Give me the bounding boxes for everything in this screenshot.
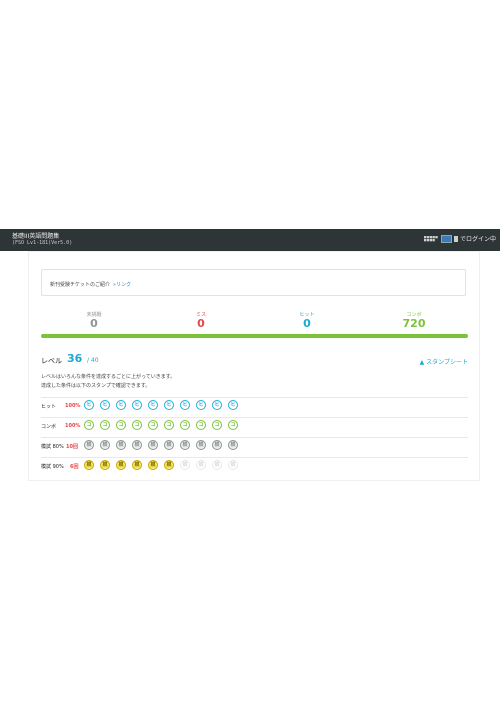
stamp-earned-icon: 模	[84, 460, 94, 470]
notice-text: 新刊受験チケットのご紹介	[50, 282, 111, 288]
stamp-earned-icon: コ	[116, 420, 126, 430]
level-description-line: 達成した条件は以下のスタンプで確認できます。	[41, 383, 151, 389]
stamp-earned-icon: コ	[196, 420, 206, 430]
stamp-earned-icon: ヒ	[132, 400, 142, 410]
stamp-earned-icon: コ	[212, 420, 222, 430]
stamp-earned-icon: 模	[116, 460, 126, 470]
stamp-earned-icon: ヒ	[100, 400, 110, 410]
stamp-earned-icon: 模	[116, 440, 126, 450]
stamp-earned-icon: コ	[164, 420, 174, 430]
stamp-earned-icon: 模	[212, 440, 222, 450]
stamp-row-count: 10回	[66, 444, 78, 450]
stat-value: 0	[90, 317, 98, 330]
main-panel: 新刊受験チケットのご紹介 »リンク 未挑戦 0 ミス 0 ヒット 0 コンボ 72…	[28, 251, 480, 481]
stamp-empty-icon: 模	[228, 460, 238, 470]
stamp-empty-icon: 模	[196, 460, 206, 470]
user-info: ■■■■■ ■■■■	[423, 235, 438, 242]
stamp-earned-icon: 模	[132, 440, 142, 450]
notice-box: 新刊受験チケットのご紹介 »リンク	[41, 269, 466, 296]
stamp-row-mock-80: 模試 80% 10回 模模模模模模模模模模	[41, 437, 468, 455]
level-title: レベル	[41, 357, 62, 365]
level-value: 36	[67, 352, 83, 365]
app-subtitle: (FSO Lv1-181(Ver5.0)	[12, 240, 73, 246]
stamp-earned-icon: コ	[84, 420, 94, 430]
stamp-row-label: コンボ	[41, 424, 57, 430]
stats-summary: 未挑戦 0 ミス 0 ヒット 0 コンボ 720	[41, 312, 468, 332]
stamp-earned-icon: 模	[148, 460, 158, 470]
stat-combo: コンボ 720	[374, 312, 454, 330]
stamp-earned-icon: ヒ	[84, 400, 94, 410]
stamp-earned-icon: コ	[180, 420, 190, 430]
stamp-earned-icon: ヒ	[196, 400, 206, 410]
stamp-earned-icon: コ	[132, 420, 142, 430]
stamp-earned-icon: 模	[100, 460, 110, 470]
progress-bar	[41, 334, 468, 338]
user-avatar-icon	[440, 234, 452, 243]
app-title: 基礎III英語問題集	[12, 233, 60, 240]
stamp-row-label: ヒット	[41, 404, 57, 410]
level-description-line: レベルはいろんな条件を達成するごとに上がっていきます。	[41, 374, 176, 380]
login-status[interactable]: ■■■■■ ■■■■ でログイン中	[424, 234, 496, 243]
stamp-row-combo: コンボ 100% ココココココココココ	[41, 417, 468, 435]
stat-miss: ミス 0	[161, 312, 241, 330]
stamp-earned-icon: ヒ	[212, 400, 222, 410]
stamp-row-percent: 100%	[65, 403, 81, 409]
progress-fill	[41, 334, 468, 338]
stamp-row-hit: ヒット 100% ヒヒヒヒヒヒヒヒヒヒ	[41, 397, 468, 415]
user-info-line: ■■■■	[423, 237, 436, 242]
stamp-earned-icon: コ	[228, 420, 238, 430]
stat-value: 720	[402, 317, 426, 330]
stamp-empty-icon: 模	[180, 460, 190, 470]
stamp-earned-icon: 模	[164, 440, 174, 450]
stamp-row-label: 模試 90%	[41, 464, 64, 470]
stamp-earned-icon: 模	[100, 440, 110, 450]
stamp-earned-icon: 模	[180, 440, 190, 450]
stamp-sheet-link[interactable]: ▲ スタンプシート	[420, 357, 468, 366]
stamp-earned-icon: ヒ	[180, 400, 190, 410]
stamp-earned-icon: コ	[148, 420, 158, 430]
login-status-text[interactable]: でログイン中	[460, 234, 496, 243]
stamp-earned-icon: 模	[148, 440, 158, 450]
stat-untried: 未挑戦 0	[54, 312, 134, 330]
app-header: 基礎III英語問題集 (FSO Lv1-181(Ver5.0) ■■■■■ ■■…	[0, 229, 500, 251]
stamp-row-count: 6回	[70, 464, 79, 470]
stamp-earned-icon: 模	[132, 460, 142, 470]
stamp-row-percent: 100%	[65, 423, 81, 429]
stamp-earned-icon: ヒ	[228, 400, 238, 410]
stamp-earned-icon: 模	[164, 460, 174, 470]
stamp-earned-icon: 模	[84, 440, 94, 450]
level-max: / 40	[87, 357, 99, 364]
notice-link[interactable]: »リンク	[113, 282, 131, 288]
stamp-earned-icon: ヒ	[164, 400, 174, 410]
stamp-earned-icon: 模	[228, 440, 238, 450]
stamp-empty-icon: 模	[212, 460, 222, 470]
stat-hit: ヒット 0	[267, 312, 347, 330]
level-section: レベル 36 / 40 ▲ スタンプシート	[41, 352, 468, 368]
stamp-earned-icon: ヒ	[116, 400, 126, 410]
stamp-earned-icon: ヒ	[148, 400, 158, 410]
stamp-earned-icon: コ	[100, 420, 110, 430]
stamp-row-label: 模試 80%	[41, 444, 64, 450]
stat-value: 0	[303, 317, 311, 330]
user-badge-icon	[453, 235, 458, 242]
stamp-earned-icon: 模	[196, 440, 206, 450]
stat-value: 0	[197, 317, 205, 330]
stamp-row-mock-90: 模試 90% 6回 模模模模模模模模模模	[41, 457, 468, 475]
